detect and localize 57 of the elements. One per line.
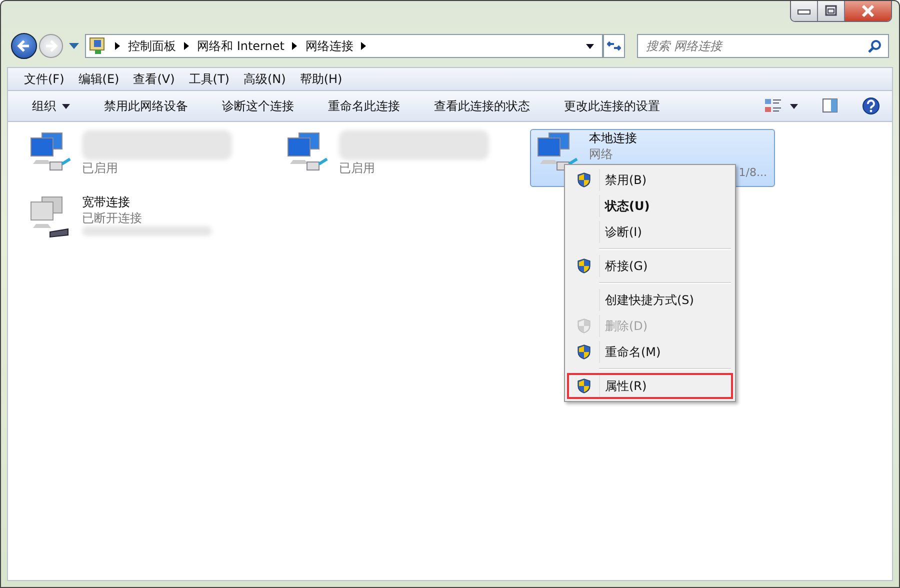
command-button[interactable]: 更改此连接的设置 [556, 94, 668, 118]
forward-arrow-icon [44, 39, 58, 53]
breadcrumb[interactable]: 网络和 Internet [197, 38, 284, 54]
connection-status: 已启用 [339, 160, 376, 176]
search-icon[interactable] [868, 39, 882, 53]
context-menu-item[interactable]: 桥接(G) [567, 253, 733, 279]
breadcrumb-arrow-icon[interactable] [115, 42, 120, 50]
connection-status: 已启用 [82, 160, 119, 176]
menu-item[interactable]: 文件(F) [18, 70, 72, 88]
caret-icon [62, 104, 70, 108]
context-menu-item[interactable]: 诊断(I) [567, 219, 733, 245]
minimize-icon [797, 7, 811, 15]
command-button[interactable]: 重命名此连接 [320, 94, 408, 118]
view-options-icon[interactable] [764, 98, 782, 114]
context-menu-item[interactable]: 状态(U) [567, 193, 733, 219]
control-panel-icon [89, 37, 107, 55]
command-button[interactable]: 诊断这个连接 [214, 94, 302, 118]
connection-device: 1/8... [738, 165, 768, 181]
command-button[interactable]: 查看此连接的状态 [426, 94, 538, 118]
connection-status: 已断开连接 [82, 210, 143, 226]
connection-name: 本地连接 [589, 130, 638, 146]
refresh-icon [607, 40, 621, 52]
back-button[interactable] [11, 33, 37, 59]
close-button[interactable] [845, 1, 891, 21]
connection-name: 宽带连接 [82, 194, 131, 210]
minimize-button[interactable] [791, 1, 818, 21]
menu-item[interactable]: 工具(T) [182, 70, 238, 88]
context-menu-item[interactable]: 属性(R) [567, 373, 733, 399]
maximize-button[interactable] [818, 1, 845, 21]
menu-item[interactable]: 查看(V) [127, 70, 183, 88]
connection-item[interactable]: 已启用 [23, 129, 268, 187]
close-icon [861, 5, 875, 17]
organize-button[interactable]: 组织 [24, 94, 78, 118]
connection-status: 网络 [589, 146, 614, 162]
dropdown-arrow-icon[interactable] [586, 44, 594, 48]
breadcrumb[interactable]: 控制面板 [128, 38, 176, 54]
refresh-button[interactable] [603, 34, 625, 58]
help-icon[interactable] [862, 97, 880, 115]
breadcrumb-arrow-icon[interactable] [184, 42, 189, 50]
search-field[interactable]: 搜索 网络连接 [637, 34, 889, 58]
menu-item[interactable]: 帮助(H) [294, 70, 350, 88]
context-menu-item[interactable]: 创建快捷方式(S) [567, 287, 733, 313]
command-button[interactable]: 禁用此网络设备 [96, 94, 196, 118]
menu-item[interactable]: 编辑(E) [72, 70, 128, 88]
connection-item[interactable]: 已启用 [280, 129, 525, 187]
menu-item[interactable]: 高级(N) [238, 70, 294, 88]
preview-pane-icon[interactable] [822, 98, 838, 114]
breadcrumb[interactable]: 网络连接 [305, 38, 354, 54]
breadcrumb-arrow-icon[interactable] [292, 42, 298, 50]
address-bar[interactable]: 控制面板 网络和 Internet 网络连接 [85, 34, 603, 58]
breadcrumb-arrow-icon[interactable] [361, 42, 366, 50]
history-dropdown-icon[interactable] [69, 43, 79, 49]
back-arrow-icon [17, 39, 31, 53]
connection-item[interactable]: 宽带连接 已断开连接 [23, 193, 268, 251]
dropdown-arrow-icon[interactable] [790, 104, 798, 108]
context-menu-item[interactable]: 重命名(M) [567, 339, 733, 365]
maximize-icon [824, 5, 838, 17]
